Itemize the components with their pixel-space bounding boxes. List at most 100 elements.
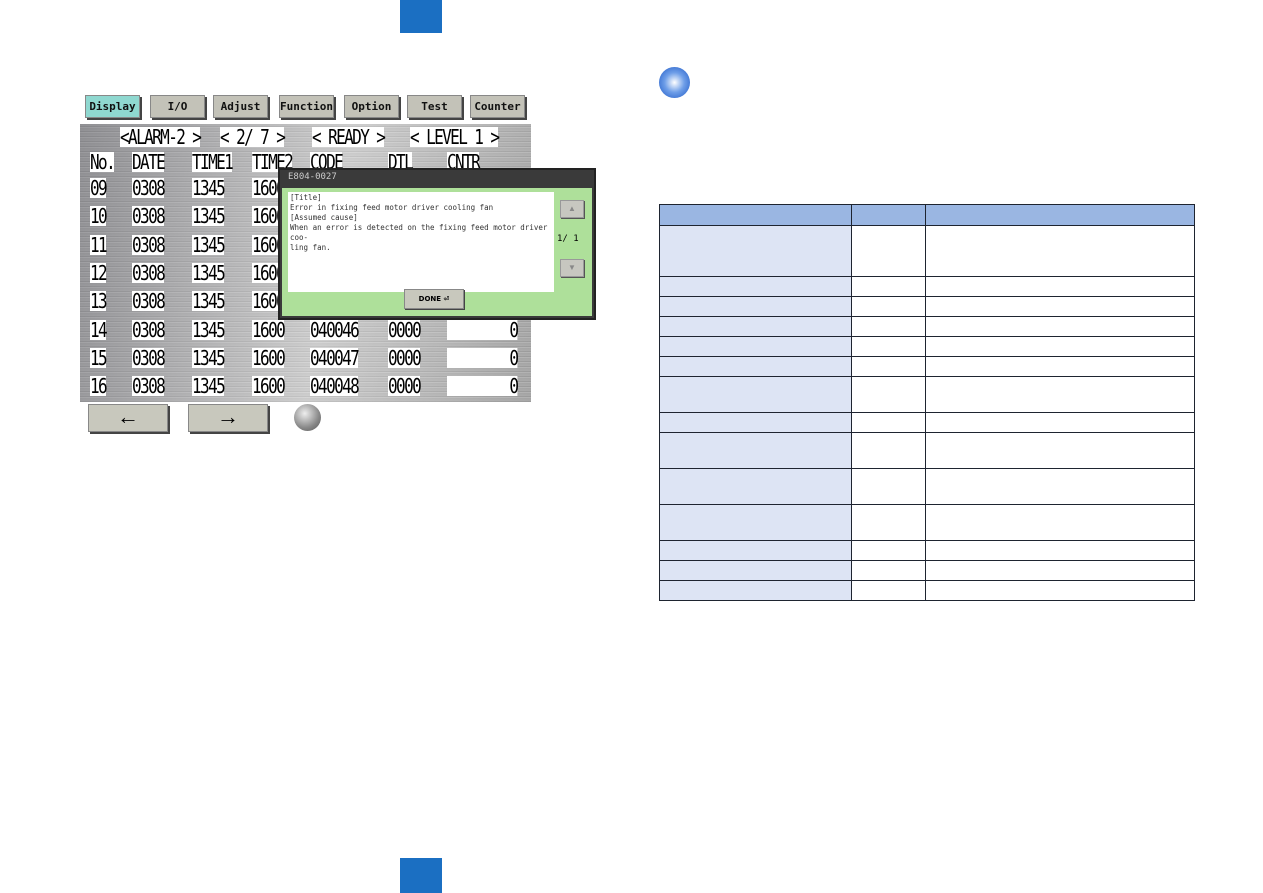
table-row bbox=[659, 580, 1195, 601]
table-cell bbox=[925, 432, 1195, 469]
tab-display[interactable]: Display bbox=[85, 95, 140, 118]
table-cell bbox=[659, 225, 852, 277]
row-no: 09 bbox=[90, 176, 108, 200]
row-cntr: 0 bbox=[447, 319, 519, 340]
table-header-cell bbox=[925, 204, 1195, 226]
dialog-title: E804-0027 bbox=[288, 172, 337, 182]
table-cell bbox=[925, 580, 1195, 601]
dialog-page: 1/ 1 bbox=[557, 234, 579, 244]
table-row bbox=[659, 560, 1195, 581]
row-no: 12 bbox=[90, 260, 108, 285]
row-time2: 1600 bbox=[252, 345, 286, 370]
page-tab-top bbox=[400, 0, 442, 33]
row-time1: 1345 bbox=[192, 260, 226, 285]
table-row bbox=[659, 276, 1195, 297]
table-cell bbox=[659, 356, 852, 377]
table-cell bbox=[659, 276, 852, 297]
table-cell bbox=[851, 316, 926, 337]
table-cell bbox=[925, 356, 1195, 377]
row-no: 10 bbox=[90, 204, 108, 229]
tab-option[interactable]: Option bbox=[344, 95, 399, 118]
row-date: 0308 bbox=[132, 317, 166, 342]
table-cell bbox=[851, 432, 926, 469]
triangle-down-icon: ▼ bbox=[568, 263, 576, 272]
row-time2: 1600 bbox=[252, 317, 286, 342]
row-code: 040047 bbox=[310, 345, 360, 370]
table-cell bbox=[659, 376, 852, 413]
table-row bbox=[659, 432, 1195, 469]
table-cell bbox=[659, 432, 852, 469]
table-cell bbox=[851, 376, 926, 413]
row-date: 0308 bbox=[132, 260, 166, 285]
tab-counter[interactable]: Counter bbox=[470, 95, 525, 118]
table-row bbox=[659, 468, 1195, 505]
table-cell bbox=[925, 336, 1195, 357]
tab-io[interactable]: I/O bbox=[150, 95, 205, 118]
row-dtl: 0000 bbox=[388, 374, 422, 399]
table-row bbox=[659, 356, 1195, 377]
table-cell bbox=[925, 468, 1195, 505]
row-date: 0308 bbox=[132, 176, 166, 200]
table-cell bbox=[659, 468, 852, 505]
arrow-left-icon: ← bbox=[117, 404, 139, 429]
table-row bbox=[659, 225, 1195, 277]
arrow-right-icon: → bbox=[217, 404, 239, 429]
table-cell bbox=[925, 560, 1195, 581]
table-row bbox=[659, 504, 1195, 541]
row-dtl: 0000 bbox=[388, 345, 422, 370]
table-cell bbox=[925, 412, 1195, 433]
table-header-cell bbox=[659, 204, 852, 226]
row-no: 15 bbox=[90, 345, 108, 370]
table-cell bbox=[925, 316, 1195, 337]
row-date: 0308 bbox=[132, 345, 166, 370]
table-cell bbox=[851, 468, 926, 505]
table-cell bbox=[851, 336, 926, 357]
table-cell bbox=[925, 296, 1195, 317]
row-time1: 1345 bbox=[192, 289, 226, 314]
table-cell bbox=[925, 540, 1195, 561]
prev-button[interactable]: ← bbox=[88, 404, 168, 432]
table-cell bbox=[925, 376, 1195, 413]
table-cell bbox=[851, 225, 926, 277]
row-time1: 1345 bbox=[192, 317, 226, 342]
table-row bbox=[659, 336, 1195, 357]
row-time1: 1345 bbox=[192, 204, 226, 229]
page-indicator: < 2/ 7 > bbox=[220, 125, 286, 149]
column-header: DATE bbox=[132, 150, 166, 174]
row-date: 0308 bbox=[132, 289, 166, 314]
triangle-up-icon: ▲ bbox=[568, 204, 576, 213]
row-code: 040048 bbox=[310, 374, 360, 399]
row-time2: 1600 bbox=[252, 374, 286, 399]
row-no: 16 bbox=[90, 374, 108, 399]
row-time1: 1345 bbox=[192, 345, 226, 370]
row-no: 13 bbox=[90, 289, 108, 314]
level-label: < LEVEL 1 > bbox=[410, 125, 500, 149]
table-cell bbox=[851, 296, 926, 317]
section-bullet-icon bbox=[659, 67, 690, 98]
table-cell bbox=[851, 560, 926, 581]
scroll-up-button[interactable]: ▲ bbox=[560, 200, 584, 218]
done-button[interactable]: DONE ⏎ bbox=[404, 289, 464, 309]
next-button[interactable]: → bbox=[188, 404, 268, 432]
table-cell bbox=[925, 225, 1195, 277]
table-cell bbox=[851, 540, 926, 561]
tab-test[interactable]: Test bbox=[407, 95, 462, 118]
state-label: < READY > bbox=[312, 125, 386, 149]
row-time1: 1345 bbox=[192, 176, 226, 200]
row-no: 11 bbox=[90, 232, 108, 257]
row-time1: 1345 bbox=[192, 232, 226, 257]
row-date: 0308 bbox=[132, 204, 166, 229]
tab-adjust[interactable]: Adjust bbox=[213, 95, 268, 118]
table-cell bbox=[851, 356, 926, 377]
mode-label: <ALARM-2 > bbox=[120, 125, 202, 149]
tab-function[interactable]: Function bbox=[279, 95, 334, 118]
dialog-text: [Title] Error in fixing feed motor drive… bbox=[288, 192, 554, 292]
row-cntr: 0 bbox=[447, 376, 519, 397]
table-row bbox=[659, 540, 1195, 561]
row-cntr: 0 bbox=[447, 347, 519, 368]
table-row bbox=[659, 316, 1195, 337]
scroll-down-button[interactable]: ▼ bbox=[560, 259, 584, 277]
table-cell bbox=[659, 296, 852, 317]
help-globe-icon[interactable] bbox=[294, 404, 321, 431]
table-cell bbox=[851, 412, 926, 433]
